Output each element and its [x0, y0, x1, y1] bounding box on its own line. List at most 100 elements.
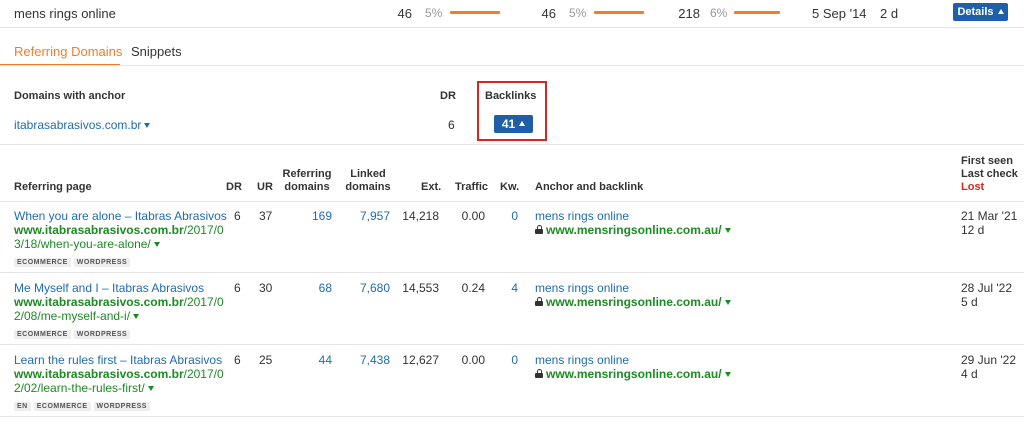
tag-list: ECOMMERCE WORDPRESS: [14, 325, 229, 339]
referring-page-cell: Learn the rules first – Itabras Abrasivo…: [14, 353, 229, 411]
lock-icon: [535, 297, 543, 307]
tag-en: EN: [14, 402, 31, 411]
metric-1-value: 46: [397, 6, 412, 21]
metric-1-bar: [450, 11, 500, 14]
tag-wordpress: WORDPRESS: [73, 258, 131, 267]
tag-wordpress: WORDPRESS: [73, 330, 131, 339]
referring-domains-value[interactable]: 68: [300, 281, 332, 295]
traffic-value: 0.24: [461, 281, 485, 295]
backlink-dropdown-icon[interactable]: [724, 228, 731, 234]
referring-page-cell: When you are alone – Itabras Abrasivos w…: [14, 209, 229, 267]
domains-header: Domains with anchor: [14, 90, 126, 102]
anchor-text[interactable]: mens rings online: [535, 281, 731, 295]
referring-page-title[interactable]: Learn the rules first – Itabras Abrasivo…: [14, 353, 229, 367]
details-label: Details: [957, 6, 994, 18]
referring-page-cell: Me Myself and I – Itabras Abrasivos www.…: [14, 281, 229, 339]
referring-page-title[interactable]: When you are alone – Itabras Abrasivos: [14, 209, 229, 223]
anchor-backlink-cell: mens rings online www.mensringsonline.co…: [535, 281, 731, 309]
col-anchor-backlink: Anchor and backlink: [535, 181, 644, 193]
metric-2-pct: 5%: [569, 6, 587, 20]
collapse-arrow-icon: [519, 121, 526, 127]
col-traffic[interactable]: Traffic: [455, 181, 488, 193]
domains-dr-header: DR: [440, 90, 456, 102]
dates-cell: 28 Jul '22 5 d: [961, 281, 1012, 309]
traffic-value: 0.00: [461, 209, 485, 223]
backlinks-count-button[interactable]: 41: [494, 115, 533, 133]
traffic-value: 0.00: [461, 353, 485, 367]
ur-value: 25: [259, 353, 273, 367]
details-button[interactable]: Details: [953, 3, 1008, 21]
ext-value: 14,218: [402, 209, 439, 223]
referring-page-url[interactable]: www.itabrasabrasivos.com.br/2017/0 2/08/m…: [14, 295, 229, 323]
metric-2-value: 46: [541, 6, 556, 21]
first-seen-value: 29 Jun '22: [961, 353, 1017, 367]
collapse-arrow-icon: [997, 8, 1004, 14]
ur-value: 37: [259, 209, 273, 223]
backlinks-count: 41: [501, 117, 516, 131]
lock-icon: [535, 369, 543, 379]
col-referring-page: Referring page: [14, 181, 92, 193]
anchor-backlink-cell: mens rings online www.mensringsonline.co…: [535, 353, 731, 381]
lock-icon: [535, 225, 543, 235]
domains-backlinks-header: Backlinks: [485, 90, 537, 102]
referring-page-title[interactable]: Me Myself and I – Itabras Abrasivos: [14, 281, 229, 295]
dr-value: 6: [234, 281, 241, 295]
referring-page-url[interactable]: www.itabrasabrasivos.com.br/2017/0 3/18/w…: [14, 223, 229, 251]
referring-domains-value[interactable]: 44: [300, 353, 332, 367]
last-check-value: 4 d: [961, 367, 978, 381]
tag-ecommerce: ECOMMERCE: [14, 330, 71, 339]
url-dropdown-icon[interactable]: [153, 242, 160, 248]
metric-1-pct: 5%: [425, 6, 443, 20]
anchor-text[interactable]: mens rings online: [535, 353, 731, 367]
first-seen-value: 28 Jul '22: [961, 281, 1012, 295]
last-check-value: 5 d: [961, 295, 978, 309]
dates-cell: 29 Jun '22 4 d: [961, 353, 1016, 381]
kw-value[interactable]: 0: [500, 209, 518, 223]
col-linked-domains[interactable]: Linked domains: [344, 168, 392, 194]
tag-wordpress: WORDPRESS: [93, 402, 150, 411]
ext-value: 12,627: [402, 353, 439, 367]
domain-dr-value: 6: [448, 118, 455, 132]
backlink-url[interactable]: www.mensringsonline.com.au/: [535, 295, 731, 309]
linked-domains-value[interactable]: 7,680: [352, 281, 390, 295]
first-seen-date: 5 Sep '14: [812, 6, 867, 21]
col-dr: DR: [226, 181, 242, 193]
first-seen-value: 21 Mar '21: [961, 209, 1018, 223]
anchor-text[interactable]: mens rings online: [535, 209, 731, 223]
backlink-dropdown-icon[interactable]: [724, 300, 731, 306]
referring-domains-value[interactable]: 169: [300, 209, 332, 223]
col-ur: UR: [257, 181, 273, 193]
domain-link[interactable]: itabrasabrasivos.com.br: [14, 118, 151, 132]
backlink-url[interactable]: www.mensringsonline.com.au/: [535, 367, 731, 381]
ext-value: 14,553: [402, 281, 439, 295]
tag-ecommerce: ECOMMERCE: [14, 258, 71, 267]
tag-ecommerce: ECOMMERCE: [33, 402, 91, 411]
url-dropdown-icon[interactable]: [147, 386, 154, 392]
referring-page-url[interactable]: www.itabrasabrasivos.com.br/2017/0 2/02/l…: [14, 367, 229, 395]
metric-2-bar: [594, 11, 644, 14]
domain-dropdown-icon[interactable]: [144, 123, 151, 129]
backlink-url[interactable]: www.mensringsonline.com.au/: [535, 223, 731, 237]
keyword-text: mens rings online: [14, 6, 116, 21]
url-dropdown-icon[interactable]: [133, 314, 140, 320]
tag-list: EN ECOMMERCE WORDPRESS: [14, 397, 229, 411]
tab-referring-domains[interactable]: Referring Domains: [14, 44, 122, 59]
dr-value: 6: [234, 353, 241, 367]
col-first-seen[interactable]: First seen Last check Lost: [961, 155, 1018, 194]
kw-value[interactable]: 4: [500, 281, 518, 295]
metric-3-value: 218: [678, 6, 700, 21]
tag-list: ECOMMERCE WORDPRESS: [14, 253, 229, 267]
age-text: 2 d: [880, 6, 899, 21]
tab-snippets[interactable]: Snippets: [131, 44, 182, 59]
col-ext[interactable]: Ext.: [421, 181, 441, 193]
dates-cell: 21 Mar '21 12 d: [961, 209, 1017, 237]
linked-domains-value[interactable]: 7,957: [352, 209, 390, 223]
ur-value: 30: [259, 281, 273, 295]
kw-value[interactable]: 0: [500, 353, 518, 367]
col-kw[interactable]: Kw.: [500, 181, 519, 193]
last-check-value: 12 d: [961, 223, 985, 237]
col-referring-domains[interactable]: Referring domains: [282, 168, 332, 194]
metric-3-bar: [734, 11, 780, 14]
linked-domains-value[interactable]: 7,438: [352, 353, 390, 367]
backlink-dropdown-icon[interactable]: [724, 372, 731, 378]
